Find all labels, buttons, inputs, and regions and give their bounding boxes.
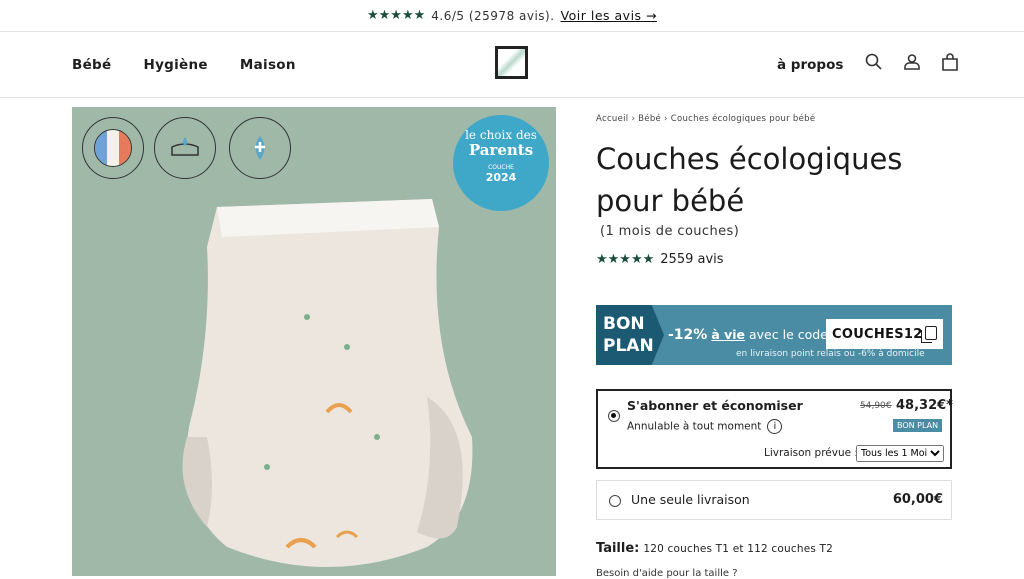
subscribe-label: S'abonner et économiser [627, 398, 803, 413]
single-delivery-radio[interactable] [609, 495, 621, 507]
promo-badge: BON PLAN [596, 305, 664, 365]
rating-text: 4.6/5 (25978 avis). [431, 8, 555, 23]
nav-bebe[interactable]: Bébé [72, 57, 111, 73]
promo-life: à vie [711, 327, 746, 342]
main-nav: Bébé Hygiène Maison [72, 57, 296, 73]
site-header: Bébé Hygiène Maison à propos [0, 32, 1024, 98]
promo-banner: BON PLAN -12% à vie avec le code COUCHES… [596, 305, 952, 365]
delivery-frequency-select[interactable]: Tous les 1 Mois [856, 445, 944, 462]
product-stars: ★★★★★ [596, 252, 655, 267]
promo-text: -12% à vie avec le code [668, 327, 828, 343]
promo-with-code: avec le code [749, 327, 828, 342]
french-flag-icon [94, 129, 132, 167]
info-icon[interactable]: i [767, 419, 783, 434]
diaper-illustration [182, 199, 473, 567]
dermatology-badge [229, 117, 291, 179]
size-value: 120 couches T1 et 112 couches T2 [643, 543, 834, 555]
award-line3: COUCHE [488, 164, 514, 171]
size-help-link[interactable]: Besoin d'aide pour la taille ? [596, 568, 738, 579]
product-rating[interactable]: ★★★★★ 2559 avis [596, 252, 724, 267]
dermatology-icon [255, 136, 265, 160]
single-delivery-option[interactable]: Une seule livraison 60,00€ [596, 480, 952, 520]
promo-discount: -12% [668, 327, 708, 343]
size-label: Taille: [596, 541, 640, 556]
header-icons [864, 52, 960, 76]
product-subtitle: (1 mois de couches) [600, 224, 740, 239]
promo-note: en livraison point relais ou -6% à domic… [736, 349, 925, 359]
nav-maison[interactable]: Maison [240, 57, 296, 73]
size-row: Taille: 120 couches T1 et 112 couches T2 [596, 540, 833, 556]
rating-stars: ★★★★★ [366, 8, 426, 23]
absorption-badge [154, 117, 216, 179]
subscribe-sub: Annulable à tout moment i [627, 419, 783, 434]
single-delivery-label: Une seule livraison [631, 492, 750, 507]
copy-icon[interactable] [921, 326, 937, 343]
see-reviews-link[interactable]: Voir les avis → [561, 8, 657, 23]
account-icon[interactable] [902, 52, 922, 76]
absorption-icon [171, 137, 199, 156]
bon-plan-tag: BON PLAN [893, 419, 943, 432]
announcement-bar: ★★★★★ 4.6/5 (25978 avis). Voir les avis … [0, 0, 1024, 32]
review-count: 2559 avis [660, 252, 724, 267]
cancel-anytime: Annulable à tout moment [627, 420, 762, 433]
delivery-label: Livraison prévue : [764, 447, 858, 459]
search-icon[interactable] [864, 52, 884, 76]
promo-code-box[interactable]: COUCHES12 [826, 319, 943, 349]
promo-code: COUCHES12 [832, 326, 923, 342]
cart-icon[interactable] [940, 52, 960, 76]
award-line4: 2024 [485, 171, 517, 184]
site-logo[interactable] [495, 46, 528, 79]
nav-about[interactable]: à propos [777, 57, 843, 73]
nav-hygiene[interactable]: Hygiène [143, 57, 207, 73]
subscribe-radio[interactable] [608, 410, 620, 422]
subscribe-option[interactable]: S'abonner et économiser Annulable à tout… [596, 389, 953, 469]
made-in-france-badge [82, 117, 144, 179]
award-line2: Parents [468, 141, 534, 159]
product-image[interactable]: le choix des Parents COUCHE 2024 [72, 107, 556, 576]
old-price: 54,90€ [860, 401, 892, 411]
breadcrumb[interactable]: Accueil › Bébé › Couches écologiques pou… [596, 114, 815, 124]
subscribe-price: 48,32€* [896, 398, 953, 413]
product-title: Couches écologiques pour bébé [596, 142, 903, 218]
single-delivery-price: 60,00€ [892, 492, 943, 507]
